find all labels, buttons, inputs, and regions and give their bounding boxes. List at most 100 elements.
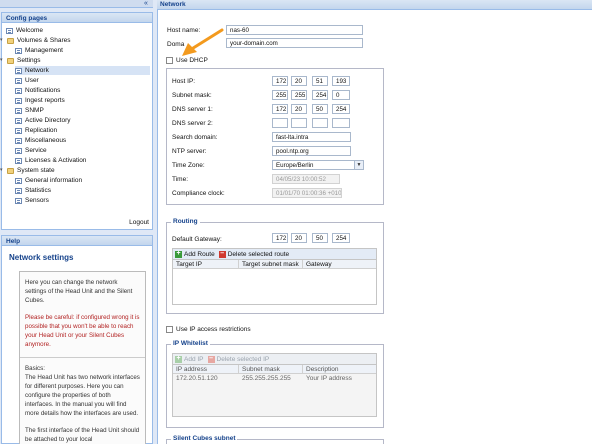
tree-item-ingest-reports[interactable]: Ingest reports xyxy=(15,96,65,105)
column-header[interactable]: Subnet mask xyxy=(239,365,303,373)
help-header: Help xyxy=(1,235,153,246)
page-icon xyxy=(15,147,22,154)
page-icon xyxy=(15,137,22,144)
host-ip-octet-3[interactable]: 51 xyxy=(312,76,328,86)
dns1-octet-1[interactable]: 172 xyxy=(272,104,288,114)
routes-header-row: Target IP Target subnet mask Gateway xyxy=(173,260,376,269)
dns1-octet-4[interactable]: 254 xyxy=(332,104,350,114)
plus-icon: + xyxy=(175,249,182,258)
page-icon xyxy=(15,177,22,184)
ip-whitelist-grid: + Add IP – Delete selected IP IP address S… xyxy=(172,353,377,417)
time-zone-select[interactable]: Europe/Berlin ▼ xyxy=(272,160,364,170)
dns2-label: DNS server 2: xyxy=(172,120,213,127)
host-name-input[interactable]: nas-60 xyxy=(226,25,363,35)
help-paragraph: Here you can change the network settings… xyxy=(25,279,133,304)
sidebar-collapse-bar: « xyxy=(0,0,153,8)
collapse-icon[interactable]: « xyxy=(141,0,151,8)
tree-item-notifications[interactable]: Notifications xyxy=(15,86,60,95)
gateway-octet-3[interactable]: 50 xyxy=(312,233,328,243)
table-cell: Your IP address xyxy=(306,375,352,382)
annotation-arrow-icon xyxy=(182,28,224,56)
logout-link[interactable]: Logout xyxy=(129,219,149,226)
dns2-octet-2[interactable] xyxy=(291,118,307,128)
tree-item-statistics[interactable]: Statistics xyxy=(15,186,51,195)
expand-icon[interactable]: ▾ xyxy=(0,58,5,63)
gateway-octet-2[interactable]: 20 xyxy=(291,233,307,243)
chevron-down-icon[interactable]: ▼ xyxy=(354,161,363,169)
time-value: 04/05/23 10:00:52 xyxy=(272,174,340,184)
ip-restrictions-checkbox[interactable] xyxy=(166,326,173,333)
page-icon xyxy=(15,127,22,134)
search-domain-input[interactable]: fast-lta.intra xyxy=(272,132,351,142)
column-header[interactable]: Description xyxy=(303,365,376,373)
page-icon xyxy=(15,67,22,74)
tree-item-sensors[interactable]: Sensors xyxy=(15,196,49,205)
dns1-octet-2[interactable]: 20 xyxy=(291,104,307,114)
tree-item-network[interactable]: Network xyxy=(15,66,150,75)
host-ip-octet-4[interactable]: 193 xyxy=(332,76,350,86)
page-icon xyxy=(15,187,22,194)
use-dhcp-checkbox[interactable] xyxy=(166,57,173,64)
gateway-octet-1[interactable]: 172 xyxy=(272,233,288,243)
routes-grid: + Add Route – Delete selected route Target… xyxy=(172,248,377,305)
add-ip-button[interactable]: + Add IP xyxy=(175,355,204,363)
compliance-clock-value: 01/01/70 01:00:36 +0100 xyxy=(272,188,342,198)
subnet-octet-3[interactable]: 254 xyxy=(312,90,328,100)
tree-item-snmp[interactable]: SNMP xyxy=(15,106,44,115)
ntp-server-input[interactable]: pool.ntp.org xyxy=(272,146,351,156)
table-row[interactable]: 172.20.51.120 255.255.255.255 Your IP ad… xyxy=(173,374,376,384)
tree-item-service[interactable]: Service xyxy=(15,146,47,155)
subnet-octet-1[interactable]: 255 xyxy=(272,90,288,100)
tree-item-welcome[interactable]: Welcome xyxy=(6,26,43,35)
tree-item-volumes-shares[interactable]: ▾ Volumes & Shares xyxy=(0,36,70,45)
column-header[interactable]: IP address xyxy=(173,365,239,373)
tree-item-active-directory[interactable]: Active Directory xyxy=(15,116,71,125)
folder-icon xyxy=(7,167,14,174)
table-cell: 255.255.255.255 xyxy=(242,375,291,382)
dns2-octet-4[interactable] xyxy=(332,118,350,128)
subnet-mask-label: Subnet mask: xyxy=(172,92,212,99)
subnet-octet-2[interactable]: 255 xyxy=(291,90,307,100)
gateway-octet-4[interactable]: 254 xyxy=(332,233,350,243)
delete-route-button[interactable]: – Delete selected route xyxy=(218,249,289,258)
help-basics-title: Basics: xyxy=(25,365,45,372)
tree-item-management[interactable]: Management xyxy=(15,46,63,55)
subnet-octet-4[interactable]: 0 xyxy=(332,90,350,100)
ip-restrictions-label: Use IP access restrictions xyxy=(176,326,251,333)
config-tree: Welcome ▾ Volumes & Shares Management ▾ Se… xyxy=(0,23,153,230)
ntp-server-label: NTP server: xyxy=(172,148,207,155)
domain-input[interactable]: your-domain.com xyxy=(226,38,363,48)
page-icon xyxy=(15,97,22,104)
delete-ip-button[interactable]: – Delete selected IP xyxy=(207,355,269,363)
ip-whitelist-legend: IP Whitelist xyxy=(171,340,210,347)
host-ip-octet-2[interactable]: 20 xyxy=(291,76,307,86)
help-warning: Please be careful: if configured wrong i… xyxy=(25,314,140,348)
add-route-button[interactable]: + Add Route xyxy=(175,249,215,258)
tree-item-system-state[interactable]: ▾ System state xyxy=(0,166,55,175)
dns2-octet-3[interactable] xyxy=(312,118,328,128)
tree-item-user[interactable]: User xyxy=(15,76,39,85)
dns2-octet-1[interactable] xyxy=(272,118,288,128)
whitelist-header-row: IP address Subnet mask Description xyxy=(173,365,376,374)
tree-item-replication[interactable]: Replication xyxy=(15,126,57,135)
tree-item-licenses[interactable]: Licenses & Activation xyxy=(15,156,86,165)
column-header[interactable]: Gateway xyxy=(303,260,376,268)
config-pages-header: Config pages xyxy=(1,12,153,23)
routing-legend: Routing xyxy=(171,218,200,225)
tree-item-settings[interactable]: ▾ Settings xyxy=(0,56,41,65)
dns1-label: DNS server 1: xyxy=(172,106,213,113)
expand-icon[interactable]: ▾ xyxy=(0,38,5,43)
tree-item-general-information[interactable]: General information xyxy=(15,176,82,185)
search-domain-label: Search domain: xyxy=(172,134,218,141)
minus-icon: – xyxy=(218,249,226,258)
help-panel: Network settings Here you can change the… xyxy=(1,246,153,444)
dns1-octet-3[interactable]: 50 xyxy=(312,104,328,114)
expand-icon[interactable]: ▾ xyxy=(0,168,5,173)
page-icon xyxy=(6,27,13,34)
network-header: Network xyxy=(157,0,592,10)
host-ip-octet-1[interactable]: 172 xyxy=(272,76,288,86)
folder-icon xyxy=(7,57,14,64)
column-header[interactable]: Target subnet mask xyxy=(239,260,303,268)
column-header[interactable]: Target IP xyxy=(173,260,239,268)
tree-item-miscellaneous[interactable]: Miscellaneous xyxy=(15,136,66,145)
